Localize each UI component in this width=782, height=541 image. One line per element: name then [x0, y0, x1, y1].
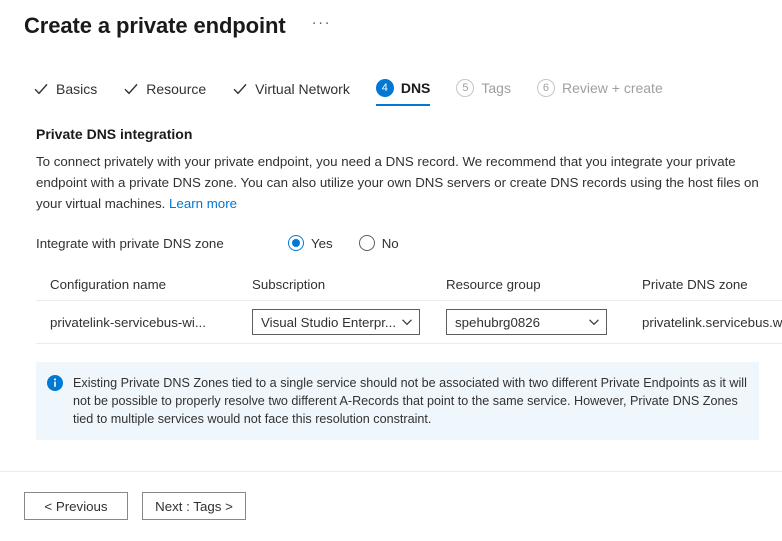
column-header-configuration-name: Configuration name [36, 277, 238, 301]
private-dns-zone-value: privatelink.servicebus.win... [642, 315, 782, 330]
page-title: Create a private endpoint [24, 11, 286, 41]
cell-configuration-name: privatelink-servicebus-wi... [36, 301, 238, 344]
tab-dns[interactable]: 4 DNS [376, 79, 431, 106]
radio-yes-indicator[interactable] [288, 235, 304, 251]
table-row: privatelink-servicebus-wi... Visual Stud… [36, 301, 782, 344]
cell-resource-group: spehubrg0826 [432, 301, 628, 344]
tab-review-create[interactable]: 6 Review + create [537, 79, 663, 106]
cell-private-dns-zone: privatelink.servicebus.win... [628, 301, 782, 344]
column-header-private-dns-zone: Private DNS zone [628, 277, 782, 301]
next-button[interactable]: Next : Tags > [142, 492, 246, 520]
integrate-dns-zone-row: Integrate with private DNS zone Yes No [36, 232, 782, 254]
more-actions-icon[interactable]: ··· [308, 15, 336, 37]
tab-resource[interactable]: Resource [123, 81, 206, 106]
page-header: Create a private endpoint ··· [0, 0, 782, 42]
radio-option-no[interactable]: No [359, 235, 399, 251]
learn-more-link[interactable]: Learn more [169, 196, 237, 211]
info-banner: Existing Private DNS Zones tied to a sin… [36, 362, 759, 440]
configuration-name-value: privatelink-servicebus-wi... [50, 315, 238, 330]
previous-button[interactable]: < Previous [24, 492, 128, 520]
column-header-subscription: Subscription [238, 277, 432, 301]
info-banner-text: Existing Private DNS Zones tied to a sin… [73, 374, 747, 428]
resource-group-dropdown[interactable]: spehubrg0826 [446, 309, 607, 335]
step-number-badge: 4 [376, 79, 394, 97]
tab-virtual-network[interactable]: Virtual Network [232, 81, 350, 106]
tab-label: Tags [481, 80, 511, 96]
cell-subscription: Visual Studio Enterpr... [238, 301, 432, 344]
radio-option-yes[interactable]: Yes [288, 235, 333, 251]
tab-label: Basics [56, 81, 97, 97]
subscription-dropdown[interactable]: Visual Studio Enterpr... [252, 309, 420, 335]
tab-basics[interactable]: Basics [33, 81, 97, 106]
integrate-dns-zone-label: Integrate with private DNS zone [36, 236, 288, 251]
description-text: To connect privately with your private e… [36, 154, 759, 211]
check-icon [123, 81, 139, 97]
chevron-down-icon [401, 316, 413, 328]
tab-label: Virtual Network [255, 81, 350, 97]
dns-tab-content: Private DNS integration To connect priva… [0, 126, 782, 440]
step-number-badge: 6 [537, 79, 555, 97]
section-description: To connect privately with your private e… [36, 151, 776, 214]
info-icon [47, 375, 63, 391]
tab-label: Review + create [562, 80, 663, 96]
chevron-down-icon [588, 316, 600, 328]
column-header-resource-group: Resource group [432, 277, 628, 301]
radio-no-indicator[interactable] [359, 235, 375, 251]
dns-configuration-table: Configuration name Subscription Resource… [36, 277, 782, 344]
table-header-row: Configuration name Subscription Resource… [36, 277, 782, 301]
radio-yes-label: Yes [311, 236, 333, 251]
subscription-value: Visual Studio Enterpr... [261, 315, 395, 330]
check-icon [232, 81, 248, 97]
check-icon [33, 81, 49, 97]
tab-label: DNS [401, 80, 431, 96]
resource-group-value: spehubrg0826 [455, 315, 540, 330]
wizard-footer: < Previous Next : Tags > [0, 472, 782, 541]
radio-no-label: No [382, 236, 399, 251]
tab-tags[interactable]: 5 Tags [456, 79, 511, 106]
step-number-badge: 5 [456, 79, 474, 97]
tab-label: Resource [146, 81, 206, 97]
wizard-tabs: Basics Resource Virtual Network 4 DNS 5 … [0, 72, 782, 106]
section-title: Private DNS integration [36, 126, 782, 142]
